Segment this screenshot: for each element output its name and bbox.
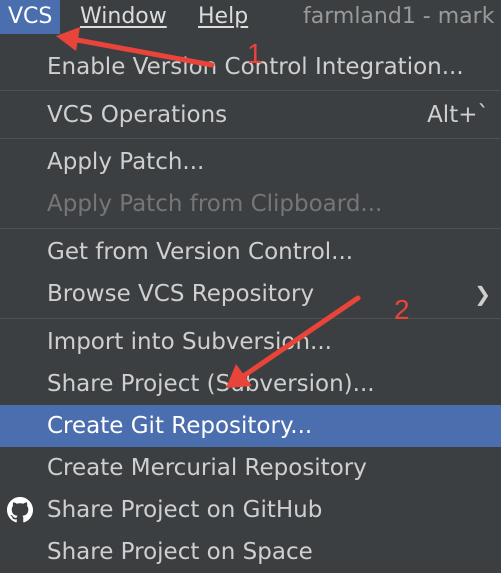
menu-item-label: Apply Patch...: [47, 149, 205, 175]
menu-item-label: Get from Version Control...: [47, 239, 354, 265]
menu-item-share-project-svn[interactable]: Share Project (Subversion)...: [0, 363, 501, 405]
menu-item-import-subversion[interactable]: Import into Subversion...: [0, 321, 501, 363]
menu-item-apply-patch-clipboard: Apply Patch from Clipboard...: [0, 183, 501, 225]
menu-item-share-space[interactable]: Share Project on Space: [0, 531, 501, 573]
window-title: farmland1 - mark: [303, 4, 495, 29]
menu-item-label: VCS Operations: [47, 102, 228, 128]
menu-item-apply-patch[interactable]: Apply Patch...: [0, 141, 501, 183]
menu-item-label: Import into Subversion...: [47, 329, 332, 355]
menu-item-label: Apply Patch from Clipboard...: [47, 191, 383, 217]
annotation-step-1: 1: [247, 38, 263, 69]
separator: [0, 228, 501, 229]
menu-item-share-github[interactable]: Share Project on GitHub: [0, 489, 501, 531]
shortcut-label: Alt+`: [427, 102, 489, 128]
menu-item-label: Create Mercurial Repository: [47, 455, 367, 481]
menu-item-create-git-repo[interactable]: Create Git Repository...: [0, 405, 501, 447]
menu-window-label: Window: [80, 4, 167, 29]
menu-item-label: Share Project on GitHub: [47, 497, 323, 523]
annotation-step-2: 2: [394, 294, 410, 325]
separator: [0, 138, 501, 139]
menu-item-browse-vcs-repo[interactable]: Browse VCS Repository ❯: [0, 273, 501, 315]
menu-window[interactable]: Window: [72, 0, 175, 34]
menu-item-label: Browse VCS Repository: [47, 281, 315, 307]
menu-item-label: Share Project (Subversion)...: [47, 371, 375, 397]
menu-item-vcs-operations[interactable]: VCS Operations Alt+`: [0, 94, 501, 136]
menu-bar: VCS Window Help farmland1 - mark: [0, 0, 501, 34]
menu-item-label: Share Project on Space: [47, 539, 313, 565]
menu-item-label: Create Git Repository...: [47, 413, 313, 439]
menu-help-label: Help: [198, 4, 249, 29]
menu-vcs-label: VCS: [8, 4, 53, 29]
menu-vcs[interactable]: VCS: [0, 0, 61, 34]
separator: [0, 90, 501, 91]
chevron-right-icon: ❯: [474, 282, 491, 306]
menu-help[interactable]: Help: [190, 0, 256, 34]
menu-item-get-from-vc[interactable]: Get from Version Control...: [0, 231, 501, 273]
github-icon: [7, 497, 33, 523]
menu-item-create-mercurial[interactable]: Create Mercurial Repository: [0, 447, 501, 489]
vcs-dropdown-menu: Enable Version Control Integration... VC…: [0, 40, 501, 571]
separator: [0, 318, 501, 319]
